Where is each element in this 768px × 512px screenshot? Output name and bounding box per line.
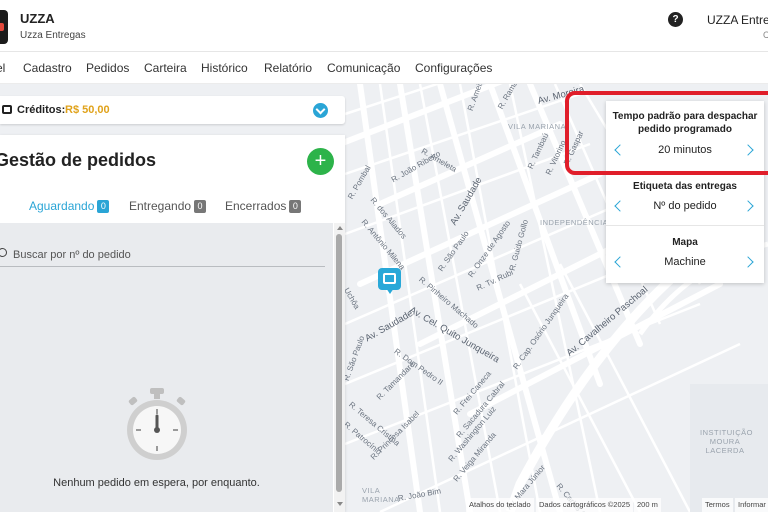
app-name: UZZA xyxy=(20,11,55,26)
store-icon xyxy=(383,273,396,284)
nav-item-painel[interactable]: el xyxy=(0,61,5,75)
nav-item-cadastro[interactable]: Cadastro xyxy=(23,61,72,75)
wallet-icon xyxy=(2,105,12,114)
area-label: VILA MARIANA xyxy=(362,486,400,504)
main-nav: el Cadastro Pedidos Carteira Histórico R… xyxy=(0,52,768,84)
search-input[interactable] xyxy=(13,245,313,265)
scroll-down-icon[interactable] xyxy=(337,502,343,506)
tab-label: Entregando xyxy=(129,199,192,213)
dispatch-time-setting: Tempo padrão para despachar pedido progr… xyxy=(606,101,764,171)
map-data-attribution: Dados cartográficos ©2025 xyxy=(536,498,633,512)
company-name[interactable]: UZZA Entregas xyxy=(707,13,768,27)
map-style-setting: Mapa Machine xyxy=(606,226,764,283)
credits-bar: Créditos: R$ 50,00 xyxy=(0,96,345,124)
nav-item-pedidos[interactable]: Pedidos xyxy=(86,61,129,75)
setting-value: Machine xyxy=(664,256,706,268)
app-logo[interactable] xyxy=(0,10,8,44)
setting-title-line2: pedido programado xyxy=(638,124,732,135)
nav-item-relatorio[interactable]: Relatório xyxy=(264,61,312,75)
chevron-down-icon[interactable] xyxy=(313,103,328,118)
tab-entregando[interactable]: Entregando 0 xyxy=(129,199,207,213)
company-sub: C xyxy=(763,30,768,40)
map-scale[interactable]: 200 m xyxy=(634,498,661,512)
app-subtitle: Uzza Entregas xyxy=(20,30,86,41)
orders-list-area: Nenhum pedido em espera, por enquanto. xyxy=(0,223,333,512)
tab-count-badge: 0 xyxy=(97,200,110,213)
area-label: INDEPENDÊNCIA xyxy=(540,218,609,227)
setting-value: Nº do pedido xyxy=(653,200,717,212)
empty-state-message: Nenhum pedido em espera, por enquanto. xyxy=(53,477,260,489)
setting-title: Mapa xyxy=(672,237,698,248)
store-marker[interactable] xyxy=(378,268,401,294)
scroll-up-icon[interactable] xyxy=(337,226,343,230)
credits-value: R$ 50,00 xyxy=(65,104,110,116)
tab-count-badge: 0 xyxy=(194,200,207,213)
tab-label: Aguardando xyxy=(29,199,95,213)
setting-title: Tempo padrão para despachar xyxy=(612,111,758,122)
scrollbar[interactable] xyxy=(334,223,345,512)
nav-item-carteira[interactable]: Carteira xyxy=(144,61,187,75)
tab-count-badge: 0 xyxy=(289,200,302,213)
orders-panel: Gestão de pedidos + Aguardando 0 Entregan… xyxy=(0,135,345,512)
help-icon[interactable]: ? xyxy=(668,12,683,27)
setting-title: Etiqueta das entregas xyxy=(633,181,737,192)
area-label: VILA MARIANA xyxy=(508,122,567,131)
add-order-button[interactable]: + xyxy=(307,148,334,175)
top-bar: UZZA Uzza Entregas ? UZZA Entregas C xyxy=(0,0,768,52)
search-bar xyxy=(0,245,325,267)
terms-link[interactable]: Termos xyxy=(702,498,733,512)
page-title: Gestão de pedidos xyxy=(0,150,157,170)
nav-item-historico[interactable]: Histórico xyxy=(201,61,248,75)
credits-label: Créditos: xyxy=(17,104,66,116)
scrollbar-thumb[interactable] xyxy=(336,234,342,492)
tab-encerrados[interactable]: Encerrados 0 xyxy=(225,199,302,213)
report-link[interactable]: Informar xyxy=(735,498,768,512)
keyboard-shortcuts-link[interactable]: Atalhos do teclado xyxy=(466,498,534,512)
stopwatch-icon xyxy=(127,388,187,460)
map-settings-panel: Tempo padrão para despachar pedido progr… xyxy=(606,101,764,283)
area-label: INSTITUIÇÃO MOURA LACERDA xyxy=(700,428,754,455)
nav-item-comunicacao[interactable]: Comunicação xyxy=(327,61,400,75)
tab-aguardando[interactable]: Aguardando 0 xyxy=(29,199,110,213)
delivery-label-setting: Etiqueta das entregas Nº do pedido xyxy=(606,175,764,225)
search-icon xyxy=(0,248,7,257)
nav-item-configuracoes[interactable]: Configurações xyxy=(415,61,492,75)
setting-value: 20 minutos xyxy=(658,144,712,156)
tab-label: Encerrados xyxy=(225,199,287,213)
